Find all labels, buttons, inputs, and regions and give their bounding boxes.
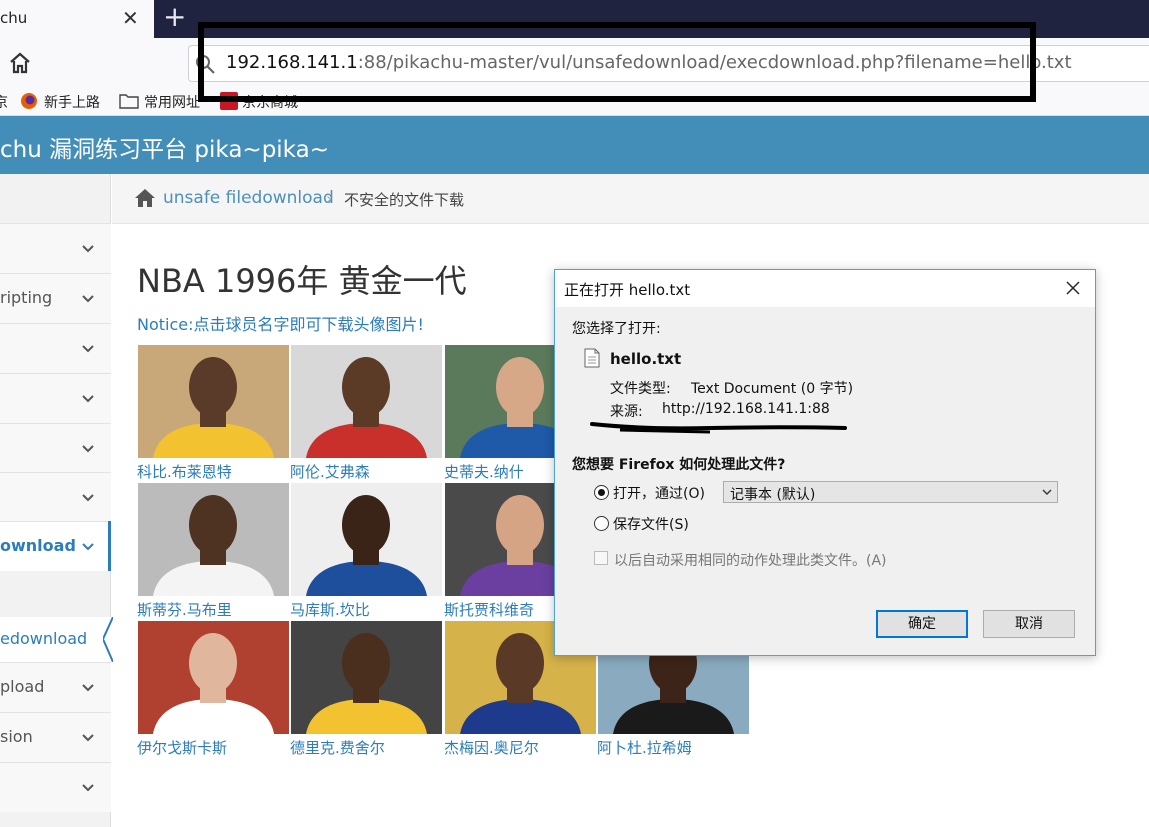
player-portrait-icon	[306, 495, 427, 596]
open-with-radio[interactable]	[594, 485, 609, 500]
bookmark-item[interactable]: 京	[0, 92, 8, 112]
chevron-down-icon	[82, 684, 94, 692]
filetype-label: 文件类型:	[610, 381, 671, 397]
auto-action-checkbox[interactable]	[594, 551, 608, 565]
dialog-question: 您想要 Firefox 如何处理此文件?	[572, 457, 786, 473]
chevron-down-icon	[82, 494, 94, 502]
dialog-intro: 您选择了打开:	[572, 321, 661, 337]
chevron-down-icon	[82, 543, 94, 551]
sidebar-item-xss[interactable]: ripting	[0, 273, 111, 323]
new-tab-button[interactable]: +	[163, 3, 186, 31]
home-icon[interactable]	[8, 51, 32, 75]
sidebar-item[interactable]	[0, 373, 111, 423]
player-name-link[interactable]: 史蒂夫.纳什	[444, 461, 524, 482]
player-portrait-icon	[306, 357, 427, 458]
chevron-down-icon	[82, 345, 94, 353]
player-portrait-icon	[153, 633, 274, 734]
sidebar-item[interactable]	[0, 223, 111, 273]
player-name-link[interactable]: 杰梅因.奥尼尔	[444, 737, 539, 758]
player-portrait-icon	[153, 495, 274, 596]
sidebar-item[interactable]	[0, 762, 111, 812]
file-icon	[584, 348, 600, 368]
sidebar-item-label: ownload	[0, 536, 76, 555]
player-photo	[291, 345, 442, 458]
sidebar-subitem-label: edownload	[0, 629, 88, 648]
chevron-down-icon	[82, 445, 94, 453]
folder-icon	[119, 94, 139, 109]
player-name-link[interactable]: 德里克.费舍尔	[290, 737, 385, 758]
tab-title: chu	[0, 9, 28, 27]
filetype-value: Text Document (0 字节)	[691, 381, 854, 397]
save-file-radio[interactable]	[594, 516, 609, 531]
site-title[interactable]: chu 漏洞练习平台 pika~pika~	[0, 130, 329, 164]
breadcrumb-separator: ›	[326, 189, 333, 208]
player-photo	[138, 621, 289, 734]
player-photo	[291, 621, 442, 734]
player-name-link[interactable]: 斯托贾科维奇	[444, 599, 534, 620]
player-photo	[138, 483, 289, 596]
chevron-down-icon	[82, 395, 94, 403]
save-file-label[interactable]: 保存文件(S)	[613, 514, 689, 534]
active-indicator	[108, 521, 111, 571]
player-photo	[138, 345, 289, 458]
dialog-filename: hello.txt	[610, 350, 682, 368]
player-photo	[291, 483, 442, 596]
sidebar-item-unsafe-download[interactable]: ownload	[0, 521, 111, 571]
chevron-down-icon	[82, 245, 94, 253]
breadcrumb-current: 不安全的文件下载	[344, 191, 465, 209]
player-portrait-icon	[153, 357, 274, 458]
sidebar-item-label: ripting	[0, 288, 53, 307]
sidebar-item[interactable]	[0, 323, 111, 373]
player-name-link[interactable]: 伊尔戈斯卡斯	[137, 737, 227, 758]
active-arrow-icon	[103, 617, 113, 662]
page-title: NBA 1996年 黄金一代	[137, 262, 467, 300]
tab-close-icon[interactable]: ✕	[122, 7, 139, 29]
player-name-link[interactable]: 阿卜杜.拉希姆	[597, 737, 692, 758]
player-portrait-icon	[306, 633, 427, 734]
sidebar-item-label: sion	[0, 727, 33, 746]
player-name-link[interactable]: 斯蒂芬.马布里	[137, 599, 232, 620]
close-icon[interactable]	[1064, 279, 1082, 297]
player-name-link[interactable]: 科比.布莱恩特	[137, 461, 232, 482]
sidebar-item-label: pload	[0, 677, 45, 696]
source-value: http://192.168.141.1:88	[662, 401, 830, 417]
player-name-link[interactable]: 马库斯.坎比	[290, 599, 370, 620]
chevron-down-icon	[1042, 489, 1052, 495]
annotation-underline	[590, 422, 847, 434]
chevron-down-icon	[82, 784, 94, 792]
bookmark-item[interactable]: 常用网址	[144, 92, 200, 112]
open-with-label[interactable]: 打开，通过(O)	[613, 483, 705, 503]
cancel-button[interactable]: 取消	[983, 610, 1075, 638]
home-icon	[135, 189, 155, 207]
sidebar-subitem-filedownload[interactable]: edownload	[0, 617, 111, 662]
ok-button[interactable]: 确定	[876, 610, 968, 638]
app-select-value: 记事本 (默认)	[730, 487, 816, 503]
auto-action-label: 以后自动采用相同的动作处理此类文件。(A)	[614, 553, 887, 569]
bookmark-item[interactable]: 新手上路	[44, 92, 100, 112]
firefox-icon	[21, 93, 37, 109]
sidebar-item[interactable]	[0, 423, 111, 473]
notice-text: Notice:点击球员名字即可下载头像图片!	[137, 315, 424, 334]
chevron-down-icon	[82, 295, 94, 303]
sidebar-item-permission[interactable]: sion	[0, 712, 111, 762]
breadcrumb-link[interactable]: unsafe filedownload	[163, 188, 334, 208]
chevron-down-icon	[82, 734, 94, 742]
sidebar-item[interactable]	[0, 472, 111, 522]
annotation-box	[198, 22, 1036, 102]
player-name-link[interactable]: 阿伦.艾弗森	[290, 461, 370, 482]
dialog-title: 正在打开 hello.txt	[564, 281, 691, 299]
sidebar-item-upload[interactable]: pload	[0, 662, 111, 712]
